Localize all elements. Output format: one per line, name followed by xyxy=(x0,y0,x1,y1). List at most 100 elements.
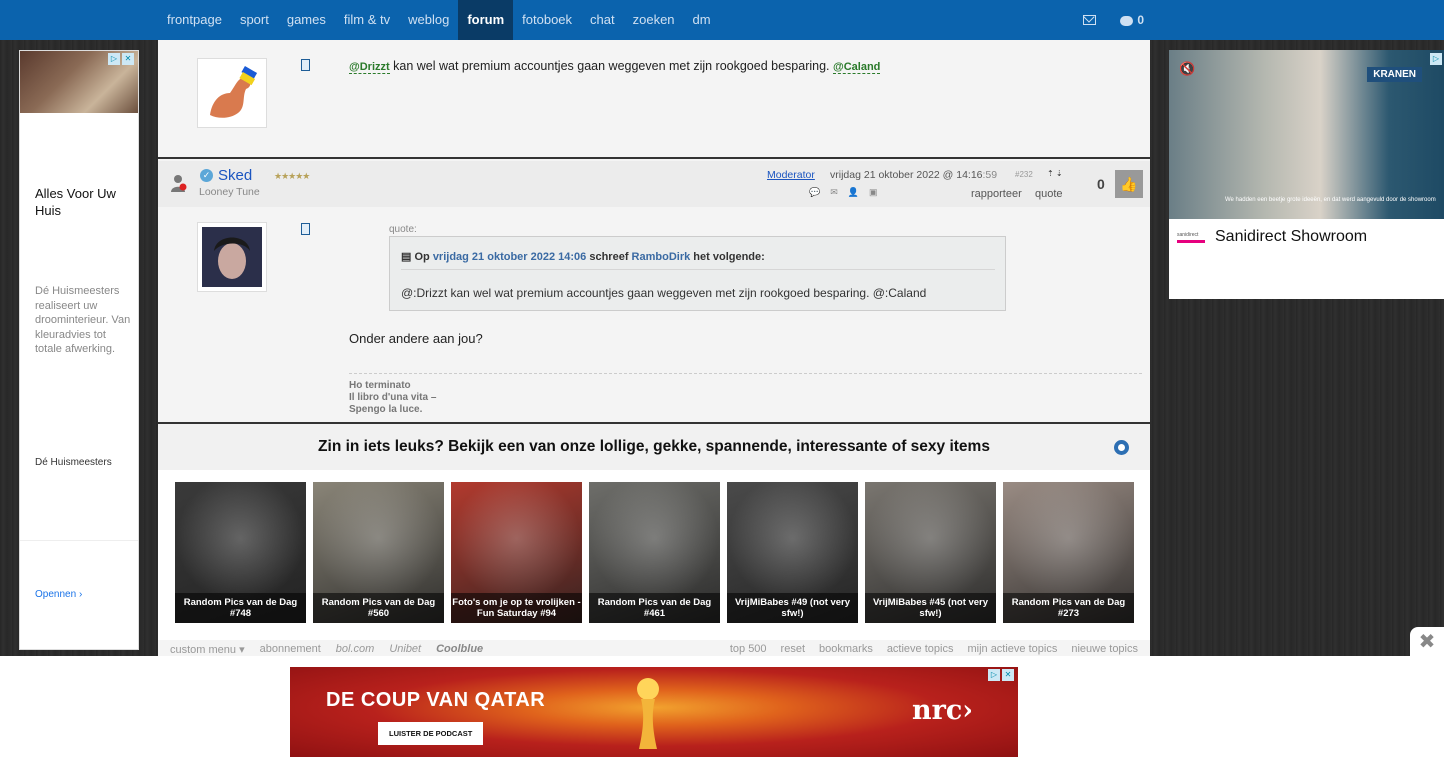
bookmarks-link[interactable]: bookmarks xyxy=(819,643,873,655)
nav-item-games[interactable]: games xyxy=(278,0,335,40)
nav-item-chat[interactable]: chat xyxy=(581,0,624,40)
ad-right-brand-row: sanidirect Sanidirect Showroom xyxy=(1177,228,1367,246)
item-card[interactable]: Foto's om je op te vrolijken - Fun Satur… xyxy=(451,482,582,623)
nrc-logo: nrc› xyxy=(912,695,974,726)
thumbs-up-icon: 👍 xyxy=(1120,176,1138,192)
footer-links-left: custom menu ▾ abonnement bol.com Unibet … xyxy=(170,643,483,656)
active-topics-link[interactable]: actieve topics xyxy=(887,643,954,655)
post-score: 0 xyxy=(1097,176,1105,192)
nav-item-forum[interactable]: forum xyxy=(458,0,514,40)
post-icon xyxy=(301,223,310,235)
block-icon[interactable]: ▣ xyxy=(869,187,878,198)
signature: Ho terminato Il libro d'una vita – Speng… xyxy=(349,380,436,416)
quote-head-mid: schreef xyxy=(589,251,629,263)
items-header: Zin in iets leuks? Bekijk een van onze l… xyxy=(158,424,1150,470)
quote-date-link[interactable]: vrijdag 21 oktober 2022 14:06 xyxy=(433,251,586,263)
avatar[interactable] xyxy=(197,222,267,292)
avatar[interactable] xyxy=(197,58,267,128)
ad-left[interactable]: ▷ ✕ Alles Voor Uw Huis Dé Huismeesters r… xyxy=(19,50,139,650)
bolcom-link[interactable]: bol.com xyxy=(336,643,375,656)
ad-right[interactable]: 🔇 KRANEN We hadden een beetje grote idee… xyxy=(1169,50,1444,299)
item-card[interactable]: Random Pics van de Dag #560 xyxy=(313,482,444,623)
ad-close-icon[interactable]: ✕ xyxy=(122,53,134,65)
messages-button[interactable]: 0 xyxy=(1120,13,1144,27)
ad-left-divider xyxy=(20,540,138,541)
envelope-icon[interactable] xyxy=(1083,15,1097,25)
mention-link[interactable]: @Drizzt xyxy=(349,61,390,74)
footer-bar: custom menu ▾ abonnement bol.com Unibet … xyxy=(158,640,1150,657)
footer-links-right: top 500 reset bookmarks actieve topics m… xyxy=(730,643,1138,655)
ad-left-open-button[interactable]: Opennen › xyxy=(35,589,82,600)
adchoices-icon[interactable]: ▷ xyxy=(1430,53,1442,65)
user-offline-icon xyxy=(171,175,187,192)
post-number-link[interactable]: #232 xyxy=(1015,170,1033,179)
forum-content: @Drizzt kan wel wat premium accountjes g… xyxy=(158,40,1150,656)
items-grid: Random Pics van de Dag #748 Random Pics v… xyxy=(175,482,1134,623)
item-card[interactable]: Random Pics van de Dag #461 xyxy=(589,482,720,623)
adchoices-icon[interactable]: ▷ xyxy=(108,53,120,65)
quote-box: ▤ Op vrijdag 21 oktober 2022 14:06 schre… xyxy=(389,236,1006,311)
username-link[interactable]: Sked xyxy=(218,167,252,184)
my-active-topics-link[interactable]: mijn actieve topics xyxy=(967,643,1057,655)
sanidirect-logo: sanidirect xyxy=(1177,231,1205,243)
nav-item-dm[interactable]: dm xyxy=(684,0,720,40)
like-button[interactable]: 👍 xyxy=(1115,170,1143,198)
chat-bubble-icon xyxy=(1120,15,1134,26)
sort-arrows-icon[interactable]: ⇡ ⇣ xyxy=(1047,169,1063,178)
mute-icon[interactable]: 🔇 xyxy=(1179,62,1195,76)
items-promo: Zin in iets leuks? Bekijk een van onze l… xyxy=(158,422,1150,656)
nav-item-sport[interactable]: sport xyxy=(231,0,278,40)
post-body: @Drizzt kan wel wat premium accountjes g… xyxy=(349,59,881,74)
ad-right-video[interactable]: 🔇 KRANEN We hadden een beetje grote idee… xyxy=(1169,50,1444,219)
ad-right-video-caption: We hadden een beetje grote ideeën, en da… xyxy=(1225,197,1436,203)
item-card[interactable]: VrijMiBabes #45 (not very sfw!) xyxy=(865,482,996,623)
item-card[interactable]: Random Pics van de Dag #273 xyxy=(1003,482,1134,623)
new-topics-link[interactable]: nieuwe topics xyxy=(1071,643,1138,655)
coolblue-link[interactable]: Coolblue xyxy=(436,643,483,656)
bottom-ad-button[interactable]: LUISTER DE PODCAST xyxy=(378,722,484,745)
signature-line: Ho terminato xyxy=(349,380,411,391)
post-date-text: vrijdag 21 oktober 2022 @ 14:16 xyxy=(830,169,983,181)
ad-close-icon[interactable]: ✕ xyxy=(1002,669,1014,681)
top500-link[interactable]: top 500 xyxy=(730,643,767,655)
items-title: Zin in iets leuks? Bekijk een van onze l… xyxy=(318,438,990,455)
nav-item-fotoboek[interactable]: fotoboek xyxy=(513,0,581,40)
nav-item-weblog[interactable]: weblog xyxy=(399,0,458,40)
adchoices-icon[interactable]: ▷ xyxy=(988,669,1000,681)
forum-post: @Drizzt kan wel wat premium accountjes g… xyxy=(158,40,1150,159)
mention-link[interactable]: @Caland xyxy=(833,61,881,74)
item-label: VrijMiBabes #49 (not very sfw!) xyxy=(727,593,858,623)
mail-icon[interactable]: ✉ xyxy=(830,187,838,198)
bottom-ad[interactable]: DE COUP VAN QATAR LUISTER DE PODCAST nrc… xyxy=(290,667,1018,757)
chat-icon[interactable]: 💬 xyxy=(809,187,820,198)
unibet-link[interactable]: Unibet xyxy=(389,643,421,656)
moderator-link[interactable]: Moderator xyxy=(767,169,815,181)
trophy-icon xyxy=(637,678,659,749)
ad-right-sign: KRANEN xyxy=(1367,67,1422,82)
nav-item-film-tv[interactable]: film & tv xyxy=(335,0,399,40)
ad-left-image: ▷ ✕ xyxy=(20,51,138,113)
custom-menu-link[interactable]: custom menu ▾ xyxy=(170,643,245,656)
post-icon: ▤ xyxy=(401,251,412,263)
avatar-image xyxy=(202,227,262,287)
abonnement-link[interactable]: abonnement xyxy=(260,643,321,656)
gear-icon[interactable] xyxy=(1114,440,1129,455)
quote-author-link[interactable]: RamboDirk xyxy=(632,251,691,263)
close-icon[interactable]: ✖ xyxy=(1410,627,1444,657)
nav-item-zoeken[interactable]: zoeken xyxy=(624,0,684,40)
quote-link[interactable]: quote xyxy=(1035,188,1063,200)
signature-line: Spengo la luce. xyxy=(349,404,423,415)
quote-label: quote: xyxy=(389,224,417,235)
item-label: Foto's om je op te vrolijken - Fun Satur… xyxy=(451,593,582,623)
nav-item-frontpage[interactable]: frontpage xyxy=(158,0,231,40)
item-card[interactable]: Random Pics van de Dag #748 xyxy=(175,482,306,623)
user-title: Looney Tune xyxy=(199,186,260,198)
chevron-right-icon: › xyxy=(78,589,83,600)
ad-left-cta-label: Opennen xyxy=(35,589,77,600)
item-card[interactable]: VrijMiBabes #49 (not very sfw!) xyxy=(727,482,858,623)
user-add-icon[interactable]: 👤 xyxy=(848,187,859,198)
signature-divider xyxy=(349,373,1142,374)
reset-link[interactable]: reset xyxy=(781,643,805,655)
report-link[interactable]: rapporteer xyxy=(971,188,1022,200)
bottom-ad-title: DE COUP VAN QATAR xyxy=(326,689,546,711)
